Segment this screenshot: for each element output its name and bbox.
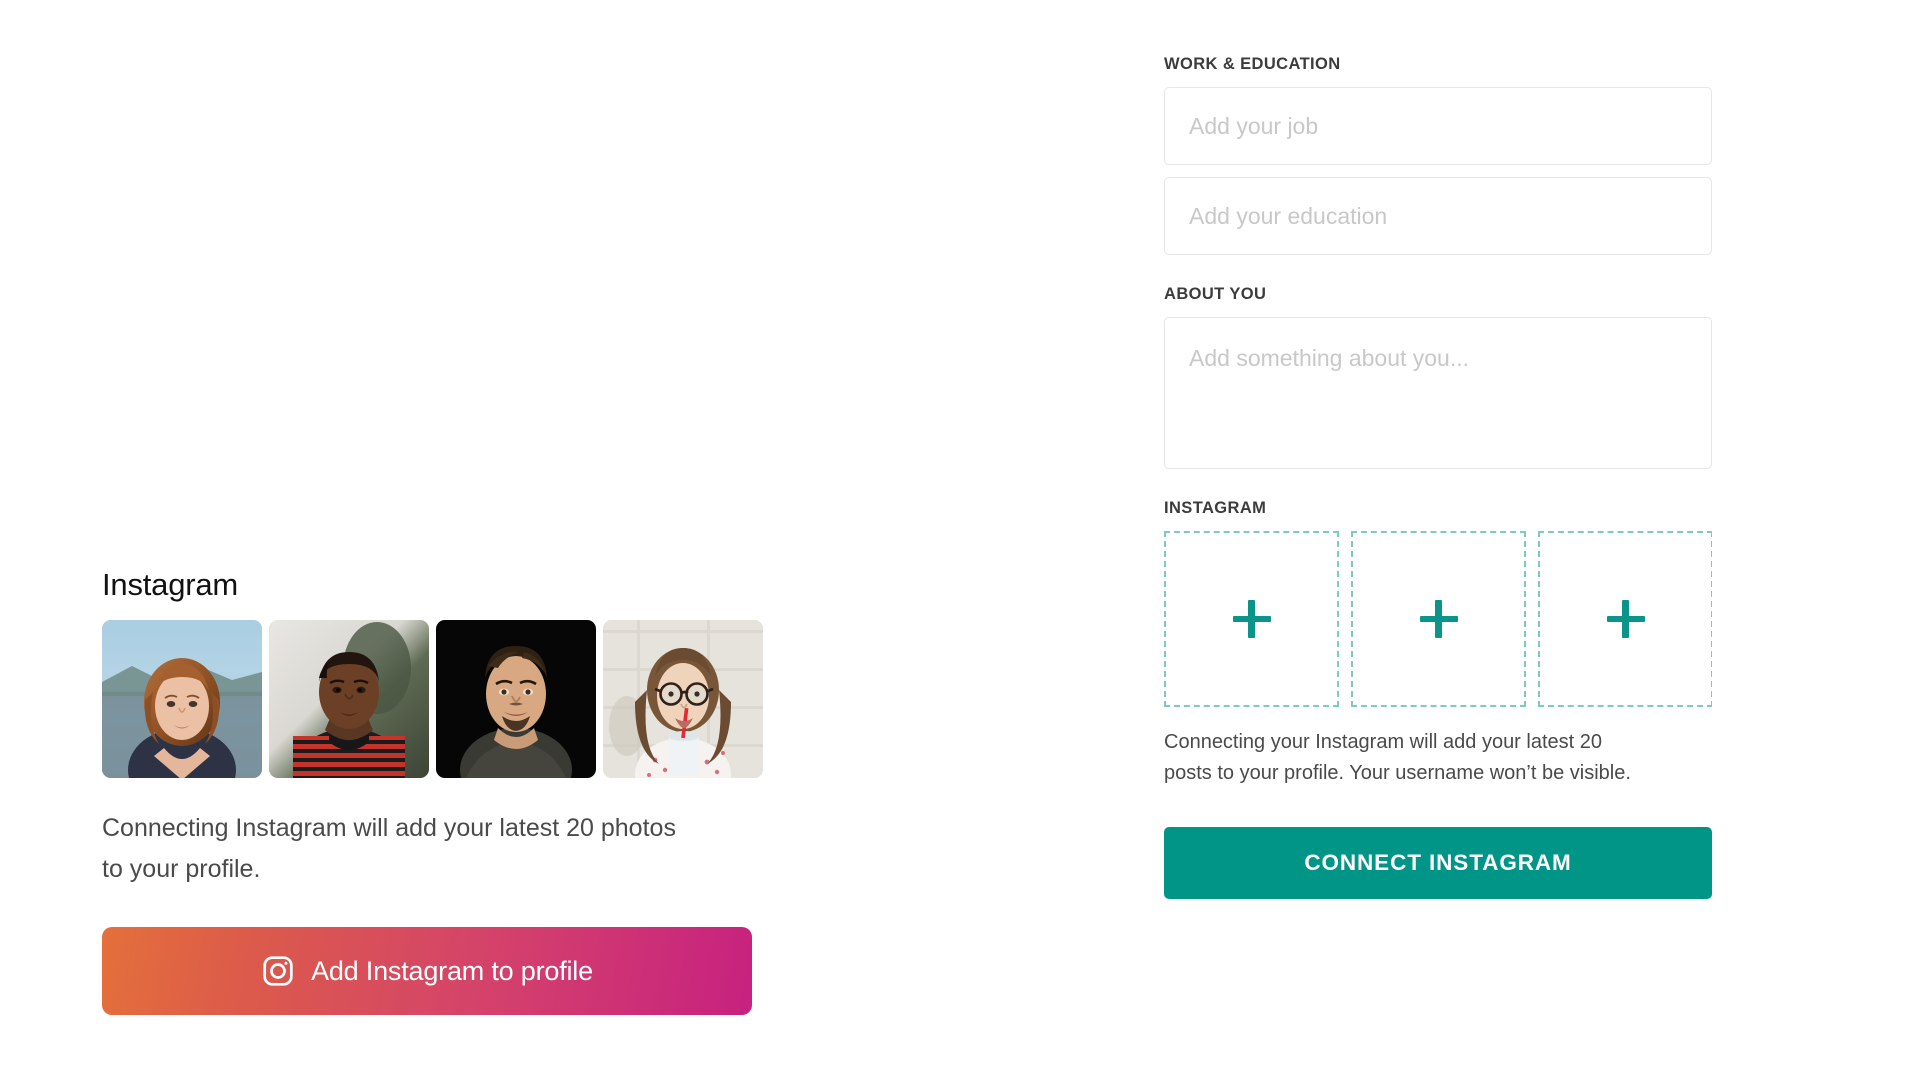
instagram-add-photo-tile[interactable] (1538, 531, 1712, 707)
add-instagram-to-profile-button[interactable]: Add Instagram to profile (102, 927, 752, 1015)
page-root: Instagram Connecting Instagram will add … (0, 0, 1920, 1080)
instagram-photo-thumbnail[interactable] (603, 620, 763, 778)
instagram-preview-caption: Connecting Instagram will add your lates… (102, 814, 676, 883)
instagram-upload-tiles-row (1164, 531, 1712, 707)
add-instagram-to-profile-label: Add Instagram to profile (311, 955, 593, 986)
work-education-section-label: WORK & EDUCATION (1164, 55, 1341, 73)
instagram-preview-panel: Instagram Connecting Instagram will add … (102, 566, 802, 1015)
instagram-connect-note: Connecting your Instagram will add your … (1164, 731, 1631, 784)
profile-edit-form-panel: WORK & EDUCATION ABOUT YOU INSTAGRAM (1164, 55, 1712, 899)
job-input[interactable] (1164, 87, 1712, 165)
portrait-woman-glasses-drink-image (603, 620, 763, 778)
instagram-photo-strip (102, 620, 802, 778)
education-input[interactable] (1164, 177, 1712, 255)
about-you-textarea[interactable] (1164, 317, 1712, 469)
instagram-photo-thumbnail[interactable] (436, 620, 596, 778)
plus-icon (1232, 600, 1271, 638)
instagram-icon (261, 954, 295, 988)
about-you-section-label: ABOUT YOU (1164, 285, 1267, 303)
instagram-add-photo-tile[interactable] (1164, 531, 1339, 707)
portrait-man-striped-shirt-image (269, 620, 429, 778)
portrait-man-dark-background-image (436, 620, 596, 778)
connect-instagram-button[interactable]: CONNECT INSTAGRAM (1164, 827, 1712, 899)
instagram-photo-thumbnail[interactable] (102, 620, 262, 778)
instagram-add-photo-tile[interactable] (1351, 531, 1526, 707)
page-title: Instagram (102, 567, 239, 602)
plus-icon (1419, 600, 1458, 638)
portrait-woman-auburn-bob-lake-image (102, 620, 262, 778)
instagram-section-label: INSTAGRAM (1164, 499, 1267, 517)
plus-icon (1606, 600, 1645, 638)
instagram-photo-thumbnail[interactable] (269, 620, 429, 778)
